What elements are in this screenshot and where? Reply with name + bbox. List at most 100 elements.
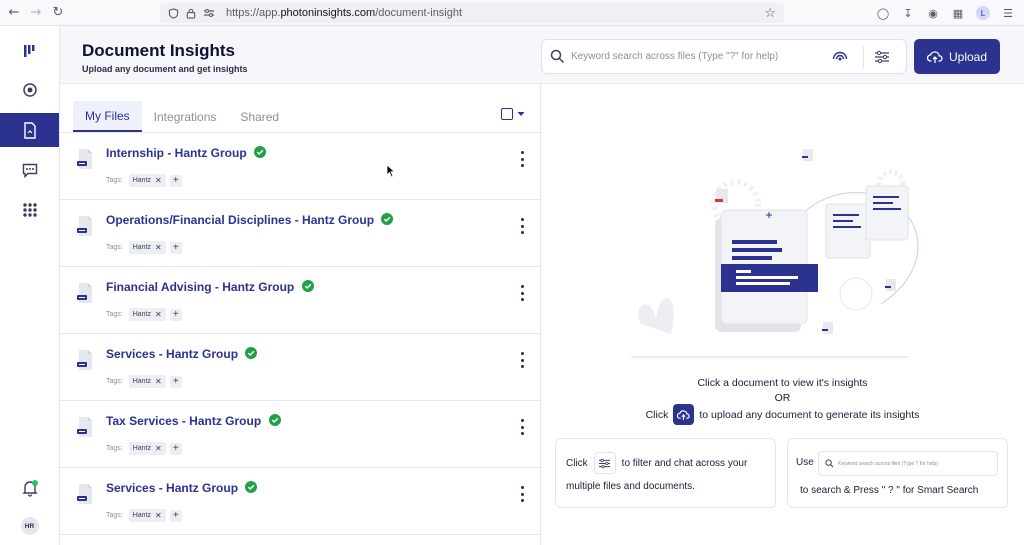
help-line-1: Click a document to view it's insights: [697, 377, 868, 389]
file-name-text[interactable]: Tax Services - Hantz Group: [106, 414, 261, 428]
grid-icon: [22, 203, 37, 217]
tag-text: Hantz: [132, 512, 152, 519]
tab-my-files[interactable]: My Files: [73, 101, 142, 132]
tag-chip: Hantz ✕: [128, 509, 166, 522]
insight-panel: Click a document to view it's insights O…: [541, 84, 1024, 545]
search-icon: [550, 49, 565, 64]
shield-icon[interactable]: [168, 7, 179, 19]
sidebar-item-apps[interactable]: [0, 193, 59, 227]
file-name-text[interactable]: Services - Hantz Group: [106, 481, 238, 495]
file-row[interactable]: Services - Hantz Group Tags: Hantz ✕ +: [60, 468, 541, 535]
more-options-icon[interactable]: [517, 285, 527, 301]
file-name[interactable]: Financial Advising - Hantz Group: [106, 280, 314, 294]
chevron-down-icon[interactable]: [517, 111, 525, 117]
filter-tip-card: Click to filter and chat across your mul…: [555, 438, 776, 508]
file-name[interactable]: Tax Services - Hantz Group: [106, 414, 281, 428]
notifications-button[interactable]: [0, 471, 59, 505]
add-tag-button[interactable]: +: [169, 308, 182, 321]
tab-shared[interactable]: Shared: [228, 101, 291, 132]
add-tag-button[interactable]: +: [169, 241, 182, 254]
tag-text: Hantz: [132, 311, 152, 318]
more-options-icon[interactable]: [517, 352, 527, 368]
file-name[interactable]: Services - Hantz Group: [106, 347, 258, 361]
reload-icon[interactable]: ↻: [47, 2, 69, 24]
file-name[interactable]: Internship - Hantz Group: [106, 146, 267, 160]
file-row[interactable]: Tax Services - Hantz Group Tags: Hantz ✕ …: [60, 401, 541, 468]
app-logo[interactable]: [0, 34, 59, 68]
permissions-icon[interactable]: [203, 8, 215, 18]
address-bar[interactable]: https://app.photoninsights.com/document-…: [160, 3, 784, 23]
file-name-text[interactable]: Financial Advising - Hantz Group: [106, 280, 294, 294]
filter-tip-button[interactable]: [593, 452, 616, 474]
files-panel: My Files Integrations Shared Internship …: [60, 84, 541, 545]
filter-tip-post: to filter and chat across your: [621, 457, 748, 469]
add-tag-button[interactable]: +: [169, 509, 182, 522]
file-name[interactable]: Services - Hantz Group: [106, 481, 258, 495]
select-all-checkbox[interactable]: [501, 108, 513, 120]
add-tag-button[interactable]: +: [169, 375, 182, 388]
file-name[interactable]: Operations/Financial Disciplines - Hantz…: [106, 213, 394, 227]
search-bar: [541, 39, 907, 74]
more-options-icon[interactable]: [517, 419, 527, 435]
extensions-icon[interactable]: ▦: [950, 4, 966, 22]
remove-tag-icon[interactable]: ✕: [155, 377, 162, 386]
cloud-upload-icon: [677, 409, 691, 420]
add-tag-button[interactable]: +: [169, 442, 182, 455]
add-tag-button[interactable]: +: [169, 174, 182, 187]
tag-chip: Hantz ✕: [128, 241, 166, 254]
search-tip-pre: Use: [796, 457, 814, 468]
remove-tag-icon[interactable]: ✕: [155, 243, 162, 252]
page-header: Document Insights Upload any document an…: [60, 26, 1024, 84]
more-options-icon[interactable]: [517, 151, 527, 167]
more-options-icon[interactable]: [517, 218, 527, 234]
select-all-dropdown[interactable]: [501, 108, 525, 120]
inline-upload-button[interactable]: [673, 404, 695, 425]
upload-button[interactable]: Upload: [914, 39, 1000, 74]
pdf-file-icon: [77, 350, 92, 370]
forward-icon[interactable]: →: [25, 2, 47, 24]
file-name-text[interactable]: Internship - Hantz Group: [106, 146, 247, 160]
bookmark-star-icon[interactable]: ☆: [764, 6, 776, 21]
tag-text: Hantz: [132, 177, 152, 184]
pdf-file-icon: [77, 417, 92, 437]
account-icon[interactable]: ◉: [925, 4, 941, 22]
filter-tip-pre: Click: [566, 457, 588, 469]
help-line-3-pre: Click: [645, 408, 669, 421]
file-row[interactable]: Services - Hantz Group Tags: Hantz ✕ +: [60, 334, 541, 401]
tags-label: Tags:: [106, 311, 123, 318]
tag-text: Hantz: [132, 244, 152, 251]
search-input[interactable]: [571, 51, 821, 62]
downloads-icon[interactable]: ↧: [900, 4, 916, 22]
document-icon: [23, 121, 36, 139]
tab-integrations[interactable]: Integrations: [142, 101, 229, 132]
documents-illustration: [631, 149, 919, 358]
url-text[interactable]: https://app.photoninsights.com/document-…: [226, 7, 462, 19]
lock-icon[interactable]: [186, 8, 196, 19]
back-icon[interactable]: ←: [3, 2, 25, 24]
more-options-icon[interactable]: [517, 486, 527, 502]
mouse-cursor: [386, 164, 396, 178]
sidebar-item-chat[interactable]: [0, 153, 59, 187]
file-name-text[interactable]: Services - Hantz Group: [106, 347, 238, 361]
pocket-icon[interactable]: ◯: [875, 4, 891, 22]
filter-sliders-icon[interactable]: [874, 50, 890, 64]
mini-search-bar[interactable]: Keyword search across files (Type ? for …: [818, 451, 998, 476]
file-row[interactable]: Internship - Hantz Group Tags: Hantz ✕ +: [60, 133, 541, 200]
file-row[interactable]: Operations/Financial Disciplines - Hantz…: [60, 200, 541, 267]
tags-label: Tags:: [106, 512, 123, 519]
profile-avatar[interactable]: L: [975, 4, 991, 22]
menu-icon[interactable]: ☰: [1000, 4, 1016, 22]
file-name-text[interactable]: Operations/Financial Disciplines - Hantz…: [106, 213, 374, 227]
remove-tag-icon[interactable]: ✕: [155, 511, 162, 520]
sidebar-item-document-insights[interactable]: [0, 113, 59, 147]
help-line-3-post: to upload any document to generate its i…: [699, 408, 920, 421]
file-row[interactable]: Financial Advising - Hantz Group Tags: H…: [60, 267, 541, 334]
remove-tag-icon[interactable]: ✕: [155, 176, 162, 185]
remove-tag-icon[interactable]: ✕: [155, 444, 162, 453]
voice-search-icon[interactable]: [831, 48, 849, 66]
user-avatar[interactable]: HR: [0, 509, 59, 543]
sidebar-item-dashboard[interactable]: [0, 73, 59, 107]
app-sidebar: HR: [0, 26, 60, 545]
remove-tag-icon[interactable]: ✕: [155, 310, 162, 319]
target-icon: [22, 83, 37, 97]
